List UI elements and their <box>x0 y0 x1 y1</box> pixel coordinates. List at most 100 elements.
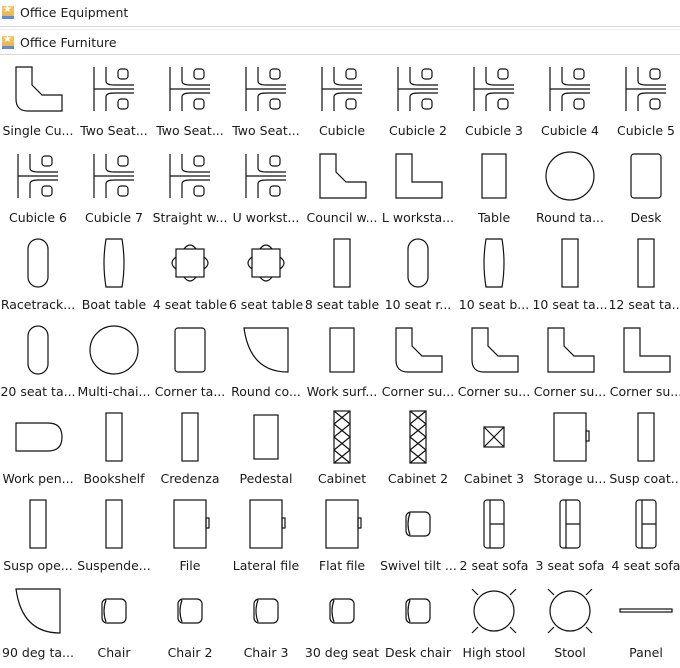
boat-table-icon <box>84 233 144 293</box>
shape-item[interactable]: U workst... <box>228 146 304 233</box>
shape-item[interactable]: Storage u... <box>532 407 608 494</box>
shape-item[interactable]: Single Cu... <box>0 59 76 146</box>
shape-label: Cubicle 6 <box>8 210 68 225</box>
straight-workstation-icon <box>160 146 220 206</box>
shape-item[interactable]: 4 seat table <box>152 233 228 320</box>
two-seat-cubicle-3-icon <box>236 59 296 119</box>
shape-label: Work pen... <box>2 471 74 486</box>
shape-label: Chair 3 <box>243 645 289 660</box>
shape-label: Suspende... <box>77 558 151 573</box>
shape-item[interactable]: Pedestal <box>228 407 304 494</box>
shape-item[interactable]: Corner su... <box>380 320 456 407</box>
shape-item[interactable]: Stool <box>532 581 608 668</box>
cabinet-3-icon <box>464 407 524 467</box>
shape-item[interactable]: Cabinet <box>304 407 380 494</box>
shape-item[interactable]: Swivel tilt ... <box>380 494 456 581</box>
shape-item[interactable]: Cubicle 2 <box>380 59 456 146</box>
shape-label: Corner su... <box>381 384 455 399</box>
shape-item[interactable]: 4 seat sofa <box>608 494 680 581</box>
shape-item[interactable]: Straight w... <box>152 146 228 233</box>
shape-item[interactable]: 20 seat ta... <box>0 320 76 407</box>
shape-item[interactable]: Suspende... <box>76 494 152 581</box>
shape-label: Lateral file <box>232 558 300 573</box>
shape-item[interactable]: Two Seat... <box>76 59 152 146</box>
shape-item[interactable]: L worksta... <box>380 146 456 233</box>
shape-item[interactable]: 10 seat ta... <box>532 233 608 320</box>
library-star-icon <box>2 4 14 19</box>
shape-item[interactable]: Cubicle <box>304 59 380 146</box>
shape-label: Cubicle 4 <box>540 123 600 138</box>
shape-item[interactable]: Multi-chai... <box>76 320 152 407</box>
cubicle-5-icon <box>616 59 676 119</box>
shape-item[interactable]: 6 seat table <box>228 233 304 320</box>
shape-item[interactable]: 90 deg ta... <box>0 581 76 668</box>
two-seat-cubicle-icon <box>84 59 144 119</box>
shape-item[interactable]: Round ta... <box>532 146 608 233</box>
shape-item[interactable]: Council w... <box>304 146 380 233</box>
shape-label: File <box>179 558 201 573</box>
shape-item[interactable]: Corner su... <box>532 320 608 407</box>
shape-item[interactable]: 10 seat r... <box>380 233 456 320</box>
shape-item[interactable]: Cubicle 3 <box>456 59 532 146</box>
shape-item[interactable]: 2 seat sofa <box>456 494 532 581</box>
shape-item[interactable]: Table <box>456 146 532 233</box>
ten-seat-table-icon <box>540 233 600 293</box>
shape-item[interactable]: Credenza <box>152 407 228 494</box>
shape-item[interactable]: Boat table <box>76 233 152 320</box>
shape-item[interactable]: Chair 3 <box>228 581 304 668</box>
shape-item[interactable]: Cubicle 6 <box>0 146 76 233</box>
shape-item[interactable]: High stool <box>456 581 532 668</box>
library-office-equipment[interactable]: Office Equipment <box>0 0 680 24</box>
cubicle-6-icon <box>8 146 68 206</box>
shape-label: Bookshelf <box>83 471 145 486</box>
cabinet-2-icon <box>388 407 448 467</box>
shape-item[interactable]: Cabinet 3 <box>456 407 532 494</box>
shape-item[interactable]: Bookshelf <box>76 407 152 494</box>
corner-surface-4-icon <box>616 320 676 380</box>
shape-item[interactable]: File <box>152 494 228 581</box>
shape-item[interactable]: Desk <box>608 146 680 233</box>
shape-item[interactable]: Desk chair <box>380 581 456 668</box>
shape-item[interactable]: Flat file <box>304 494 380 581</box>
shape-item[interactable]: Two Seat... <box>228 59 304 146</box>
shape-item[interactable]: Panel <box>608 581 680 668</box>
shape-label: Single Cu... <box>2 123 74 138</box>
shape-item[interactable]: Two Seat... <box>152 59 228 146</box>
shape-item[interactable]: Corner su... <box>608 320 680 407</box>
shape-item[interactable]: Racetrack... <box>0 233 76 320</box>
shape-label: Council w... <box>306 210 378 225</box>
shape-item[interactable]: Work surf... <box>304 320 380 407</box>
shape-label: Desk chair <box>384 645 452 660</box>
library-office-furniture[interactable]: Office Furniture <box>0 30 680 54</box>
shape-label: Two Seat... <box>232 123 300 138</box>
shape-item[interactable]: Cubicle 7 <box>76 146 152 233</box>
suspended-coat-icon <box>616 407 676 467</box>
shape-label: Desk <box>630 210 662 225</box>
shape-item[interactable]: Cubicle 4 <box>532 59 608 146</box>
shape-item[interactable]: 10 seat b... <box>456 233 532 320</box>
shape-item[interactable]: Chair <box>76 581 152 668</box>
shape-label: 10 seat ta... <box>532 297 608 312</box>
shape-item[interactable]: 12 seat ta... <box>608 233 680 320</box>
shape-item[interactable]: Susp ope... <box>0 494 76 581</box>
shape-item[interactable]: 3 seat sofa <box>532 494 608 581</box>
shape-item[interactable]: Chair 2 <box>152 581 228 668</box>
shape-label: Cubicle 5 <box>616 123 676 138</box>
shape-item[interactable]: Work pen... <box>0 407 76 494</box>
shape-item[interactable]: Lateral file <box>228 494 304 581</box>
swivel-tilt-chair-icon <box>388 494 448 554</box>
shape-item[interactable]: Susp coat... <box>608 407 680 494</box>
shape-item[interactable]: Corner su... <box>456 320 532 407</box>
shape-item[interactable]: Corner ta... <box>152 320 228 407</box>
shape-item[interactable]: Cubicle 5 <box>608 59 680 146</box>
shape-label: 20 seat ta... <box>0 384 76 399</box>
shape-item[interactable]: 30 deg seat <box>304 581 380 668</box>
shape-item[interactable]: Cabinet 2 <box>380 407 456 494</box>
shape-label: Racetrack... <box>0 297 76 312</box>
four-seat-sofa-icon <box>616 494 676 554</box>
shape-item[interactable]: Round co... <box>228 320 304 407</box>
shape-item[interactable]: 8 seat table <box>304 233 380 320</box>
shape-label: 8 seat table <box>304 297 380 312</box>
shape-label: Multi-chai... <box>77 384 151 399</box>
chair-3-icon <box>236 581 296 641</box>
